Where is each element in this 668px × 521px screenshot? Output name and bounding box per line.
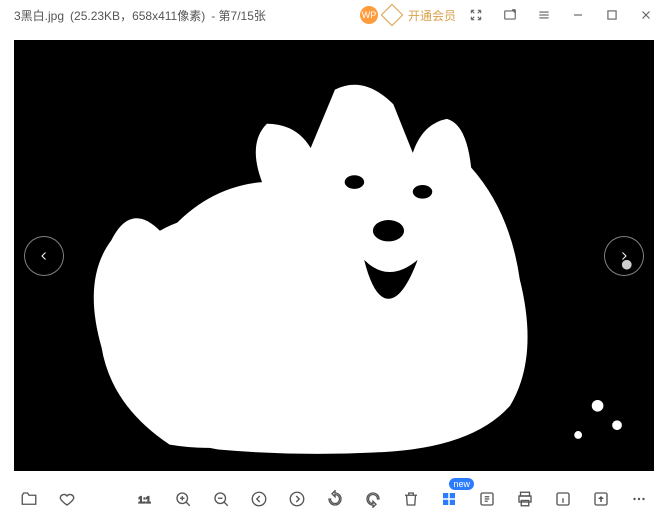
pip-button[interactable] <box>496 1 524 29</box>
info-button[interactable] <box>548 484 578 514</box>
fullscreen-button[interactable] <box>462 1 490 29</box>
minimize-button[interactable] <box>564 1 592 29</box>
grid-view-button[interactable]: new <box>434 484 464 514</box>
next-image-button[interactable] <box>604 236 644 276</box>
favorite-button[interactable] <box>52 484 82 514</box>
ocr-button[interactable] <box>472 484 502 514</box>
rotate-ccw-button[interactable] <box>320 484 350 514</box>
file-meta: (25.23KB，658x411像素) <box>70 7 205 24</box>
prev-image-button[interactable] <box>24 236 64 276</box>
menu-button[interactable] <box>530 1 558 29</box>
vip-badge-icon[interactable] <box>381 4 404 27</box>
more-button[interactable] <box>624 484 654 514</box>
svg-text:1:1: 1:1 <box>138 495 151 505</box>
vip-link[interactable]: 开通会员 <box>408 7 456 24</box>
zoom-out-button[interactable] <box>206 484 236 514</box>
share-button[interactable] <box>586 484 616 514</box>
bottom-toolbar: 1:1 new <box>0 477 668 521</box>
new-badge: new <box>449 478 474 490</box>
open-folder-button[interactable] <box>14 484 44 514</box>
nav-next-button[interactable] <box>282 484 312 514</box>
image-content <box>14 40 654 471</box>
zoom-in-button[interactable] <box>168 484 198 514</box>
file-position: - 第7/15张 <box>211 7 266 24</box>
delete-button[interactable] <box>396 484 426 514</box>
one-to-one-button[interactable]: 1:1 <box>130 484 160 514</box>
image-viewer <box>14 40 654 471</box>
print-button[interactable] <box>510 484 540 514</box>
rotate-cw-button[interactable] <box>358 484 388 514</box>
maximize-button[interactable] <box>598 1 626 29</box>
wp-badge[interactable]: WP <box>360 6 378 24</box>
nav-prev-button[interactable] <box>244 484 274 514</box>
close-button[interactable] <box>632 1 660 29</box>
titlebar: 3黑白.jpg (25.23KB，658x411像素) - 第7/15张 WP … <box>0 0 668 30</box>
filename: 3黑白.jpg <box>14 7 64 24</box>
